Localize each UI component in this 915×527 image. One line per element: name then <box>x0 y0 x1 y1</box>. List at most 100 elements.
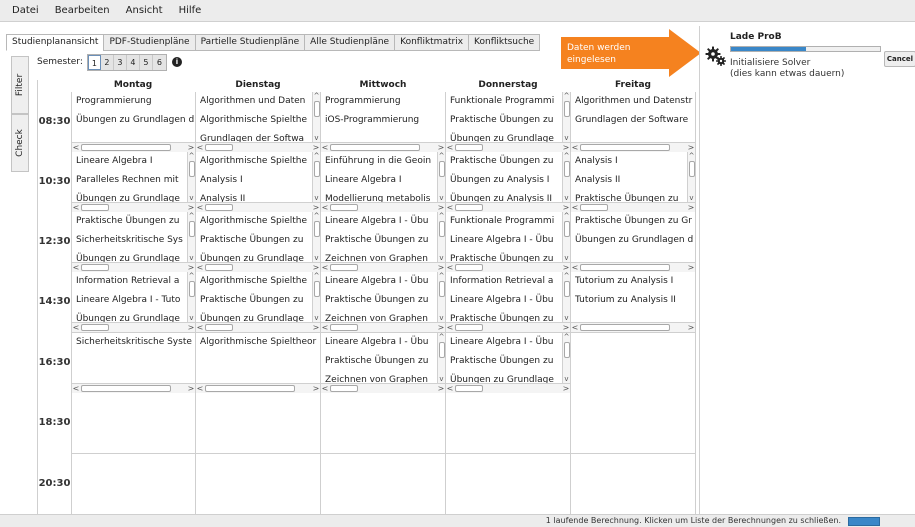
semester-button-1[interactable]: 1 <box>87 54 101 70</box>
scroll-up-icon[interactable]: ^ <box>313 272 320 280</box>
scroll-down-icon[interactable]: v <box>563 375 570 383</box>
horizontal-scrollbar[interactable]: < > <box>196 322 320 332</box>
scroll-left-icon[interactable]: < <box>321 203 329 212</box>
course-entry[interactable]: Funktionale Programmi <box>450 94 554 109</box>
scroll-thumb[interactable] <box>564 221 570 237</box>
scroll-left-icon[interactable]: < <box>72 203 80 212</box>
status-progress-indicator[interactable] <box>848 517 880 526</box>
course-entry[interactable]: Übungen zu Grundlagen d <box>76 113 194 128</box>
scroll-thumb[interactable] <box>81 204 109 211</box>
course-entry[interactable]: Lineare Algebra I <box>325 173 402 188</box>
course-entry[interactable]: Algorithmische Spielthe <box>200 214 307 229</box>
semester-button-2[interactable]: 2 <box>101 54 114 70</box>
scroll-thumb[interactable] <box>205 264 233 271</box>
scroll-right-icon[interactable]: > <box>437 263 445 272</box>
scroll-thumb[interactable] <box>330 385 358 392</box>
vertical-scrollbar[interactable]: ^ v <box>187 212 195 262</box>
semester-button-6[interactable]: 6 <box>153 55 166 70</box>
course-entry[interactable]: Einführung in die Geoin <box>325 154 431 169</box>
scroll-left-icon[interactable]: < <box>72 323 80 332</box>
scroll-thumb[interactable] <box>455 144 483 151</box>
scroll-thumb[interactable] <box>189 281 195 297</box>
menu-datei[interactable]: Datei <box>4 5 47 16</box>
scroll-thumb[interactable] <box>189 221 195 237</box>
scroll-left-icon[interactable]: < <box>446 203 454 212</box>
vertical-scrollbar[interactable]: ^ v <box>437 152 445 202</box>
scroll-up-icon[interactable]: ^ <box>438 272 445 280</box>
horizontal-scrollbar[interactable]: < > <box>571 202 695 212</box>
scroll-right-icon[interactable]: > <box>562 203 570 212</box>
scroll-left-icon[interactable]: < <box>446 263 454 272</box>
vertical-scrollbar[interactable]: ^ v <box>562 272 570 322</box>
scroll-thumb[interactable] <box>455 385 483 392</box>
course-entry[interactable]: Lineare Algebra I - Übu <box>450 335 554 350</box>
scroll-up-icon[interactable]: ^ <box>563 212 570 220</box>
scroll-thumb[interactable] <box>580 324 670 331</box>
scroll-down-icon[interactable]: v <box>688 194 695 202</box>
horizontal-scrollbar[interactable]: < > <box>446 142 570 152</box>
scroll-right-icon[interactable]: > <box>562 323 570 332</box>
vertical-scrollbar[interactable]: ^ v <box>312 212 320 262</box>
vertical-scrollbar[interactable]: ^ v <box>312 92 320 142</box>
scroll-thumb[interactable] <box>205 144 233 151</box>
scroll-right-icon[interactable]: > <box>312 323 320 332</box>
scroll-thumb[interactable] <box>205 204 233 211</box>
scroll-thumb[interactable] <box>81 385 171 392</box>
horizontal-scrollbar[interactable]: < > <box>196 262 320 272</box>
course-entry[interactable]: Analysis I <box>575 154 618 169</box>
course-entry[interactable]: Lineare Algebra I - Übu <box>450 293 554 308</box>
scroll-thumb[interactable] <box>81 144 171 151</box>
scroll-up-icon[interactable]: ^ <box>313 212 320 220</box>
course-entry[interactable]: Information Retrieval a <box>450 274 553 289</box>
scroll-thumb[interactable] <box>580 204 608 211</box>
horizontal-scrollbar[interactable]: < > <box>72 262 195 272</box>
tab-1[interactable]: Studienplanansicht <box>6 34 104 51</box>
vertical-scrollbar[interactable]: ^ v <box>312 152 320 202</box>
menu-hilfe[interactable]: Hilfe <box>171 5 210 16</box>
horizontal-scrollbar[interactable]: < > <box>196 202 320 212</box>
scroll-left-icon[interactable]: < <box>571 323 579 332</box>
scroll-thumb[interactable] <box>314 221 320 237</box>
scroll-thumb[interactable] <box>81 264 109 271</box>
course-entry[interactable]: Tutorium zu Analysis II <box>575 293 676 308</box>
scroll-right-icon[interactable]: > <box>562 384 570 393</box>
scroll-up-icon[interactable]: ^ <box>563 333 570 341</box>
scroll-thumb[interactable] <box>455 204 483 211</box>
horizontal-scrollbar[interactable]: < > <box>571 262 695 272</box>
horizontal-scrollbar[interactable]: < > <box>196 383 320 393</box>
course-entry[interactable]: Algorithmische Spieltheor <box>200 335 316 350</box>
scroll-right-icon[interactable]: > <box>437 323 445 332</box>
scroll-right-icon[interactable]: > <box>687 323 695 332</box>
scroll-thumb[interactable] <box>455 264 483 271</box>
scroll-left-icon[interactable]: < <box>571 143 579 152</box>
horizontal-scrollbar[interactable]: < > <box>72 322 195 332</box>
scroll-right-icon[interactable]: > <box>437 203 445 212</box>
scroll-thumb[interactable] <box>189 161 195 177</box>
cancel-button[interactable]: Cancel <box>884 51 915 67</box>
horizontal-scrollbar[interactable]: < > <box>446 383 570 393</box>
course-entry[interactable]: Funktionale Programmi <box>450 214 554 229</box>
course-entry[interactable]: Lineare Algebra I - Übu <box>450 233 554 248</box>
course-entry[interactable]: Sicherheitskritische Syste <box>76 335 192 350</box>
course-entry[interactable]: Algorithmen und Datenstr <box>575 94 692 109</box>
scroll-thumb[interactable] <box>81 324 109 331</box>
status-text[interactable]: 1 laufende Berechnung. Klicken um Liste … <box>546 516 841 525</box>
scroll-thumb[interactable] <box>439 161 445 177</box>
scroll-thumb[interactable] <box>564 101 570 117</box>
semester-button-4[interactable]: 4 <box>127 54 140 70</box>
scroll-down-icon[interactable]: v <box>188 254 195 262</box>
scroll-left-icon[interactable]: < <box>196 263 204 272</box>
course-entry[interactable]: Lineare Algebra I - Tuto <box>76 293 180 308</box>
scroll-left-icon[interactable]: < <box>571 203 579 212</box>
scroll-down-icon[interactable]: v <box>563 254 570 262</box>
course-entry[interactable]: Algorithmen und Daten <box>200 94 305 109</box>
course-entry[interactable]: Programmierung <box>325 94 401 109</box>
horizontal-scrollbar[interactable]: < > <box>321 202 445 212</box>
course-entry[interactable]: Algorithmische Spielthe <box>200 113 307 128</box>
horizontal-scrollbar[interactable]: < > <box>321 142 445 152</box>
scroll-thumb[interactable] <box>564 342 570 358</box>
scroll-thumb[interactable] <box>455 324 483 331</box>
course-entry[interactable]: Analysis II <box>575 173 620 188</box>
scroll-thumb[interactable] <box>205 324 233 331</box>
scroll-left-icon[interactable]: < <box>196 143 204 152</box>
